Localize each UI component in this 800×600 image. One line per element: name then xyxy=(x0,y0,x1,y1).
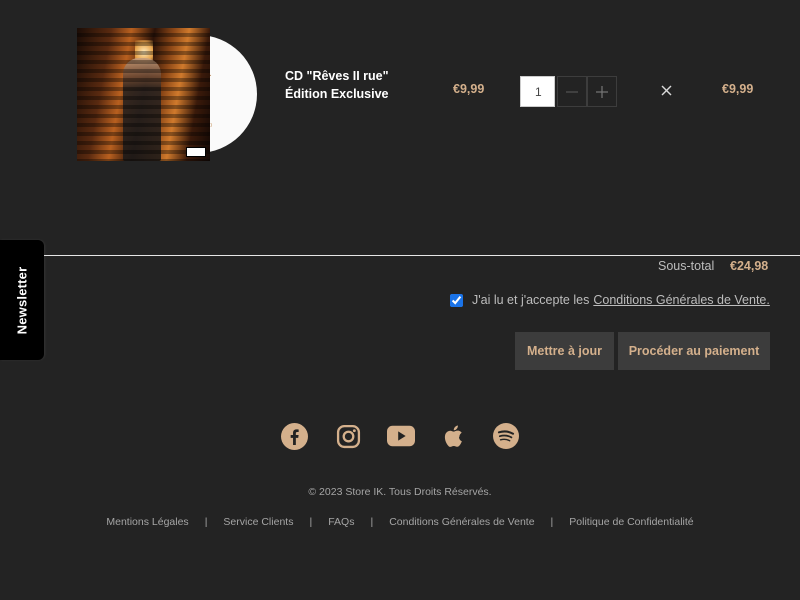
subtotal-label: Sous-total xyxy=(658,259,715,273)
product-image[interactable]: K E 20 xyxy=(77,28,263,161)
unit-price: €9,99 xyxy=(453,82,485,96)
line-total-price: €9,99 xyxy=(722,82,754,96)
newsletter-label: Newsletter xyxy=(14,266,30,334)
footer-link-faqs[interactable]: FAQs xyxy=(328,516,354,528)
checkout-button[interactable]: Procéder au paiement xyxy=(618,332,770,370)
terms-agreement: J'ai lu et j'accepte les Conditions Géné… xyxy=(450,293,770,307)
spotify-icon[interactable] xyxy=(492,422,520,450)
quantity-input[interactable] xyxy=(520,76,555,107)
terms-text: J'ai lu et j'accepte les xyxy=(472,293,590,307)
footer-link-service-clients[interactable]: Service Clients xyxy=(223,516,293,528)
footer-link-confidentialite[interactable]: Politique de Confidentialité xyxy=(569,516,693,528)
footer-separator: | xyxy=(550,516,554,528)
remove-item-button[interactable] xyxy=(656,80,676,100)
footer-link-mentions-legales[interactable]: Mentions Légales xyxy=(106,516,188,528)
instagram-icon[interactable] xyxy=(334,422,362,450)
album-cover-image xyxy=(77,28,210,161)
parental-advisory-icon xyxy=(186,147,206,157)
apple-icon[interactable] xyxy=(441,422,469,450)
copyright-text: © 2023 Store IK. Tous Droits Réservés. xyxy=(308,486,492,498)
close-icon xyxy=(661,85,671,95)
product-title[interactable]: CD "Rêves II rue" Édition Exclusive xyxy=(285,67,435,103)
quantity-increase-button[interactable] xyxy=(587,76,617,107)
cart-item-row: K E 20 CD "Rêves II rue" Édition Exclusi… xyxy=(0,0,800,180)
subtotal-value: €24,98 xyxy=(730,259,769,273)
terms-link[interactable]: Conditions Générales de Vente. xyxy=(593,293,770,307)
footer-separator: | xyxy=(204,516,208,528)
update-cart-button[interactable]: Mettre à jour xyxy=(515,332,614,370)
cart-divider xyxy=(44,255,800,256)
terms-checkbox[interactable] xyxy=(450,293,463,307)
plus-icon xyxy=(596,85,608,98)
facebook-icon[interactable] xyxy=(280,422,308,450)
product-title-line2: Édition Exclusive xyxy=(285,87,389,101)
footer-separator: | xyxy=(370,516,374,528)
quantity-decrease-button[interactable] xyxy=(557,76,587,107)
minus-icon xyxy=(566,90,578,93)
newsletter-tab[interactable]: Newsletter xyxy=(0,240,44,360)
footer-link-cgv[interactable]: Conditions Générales de Vente xyxy=(389,516,534,528)
product-title-line1: CD "Rêves II rue" xyxy=(285,69,389,83)
footer-links: Mentions Légales | Service Clients | FAQ… xyxy=(0,516,800,528)
footer-separator: | xyxy=(309,516,313,528)
youtube-icon[interactable] xyxy=(387,422,415,450)
